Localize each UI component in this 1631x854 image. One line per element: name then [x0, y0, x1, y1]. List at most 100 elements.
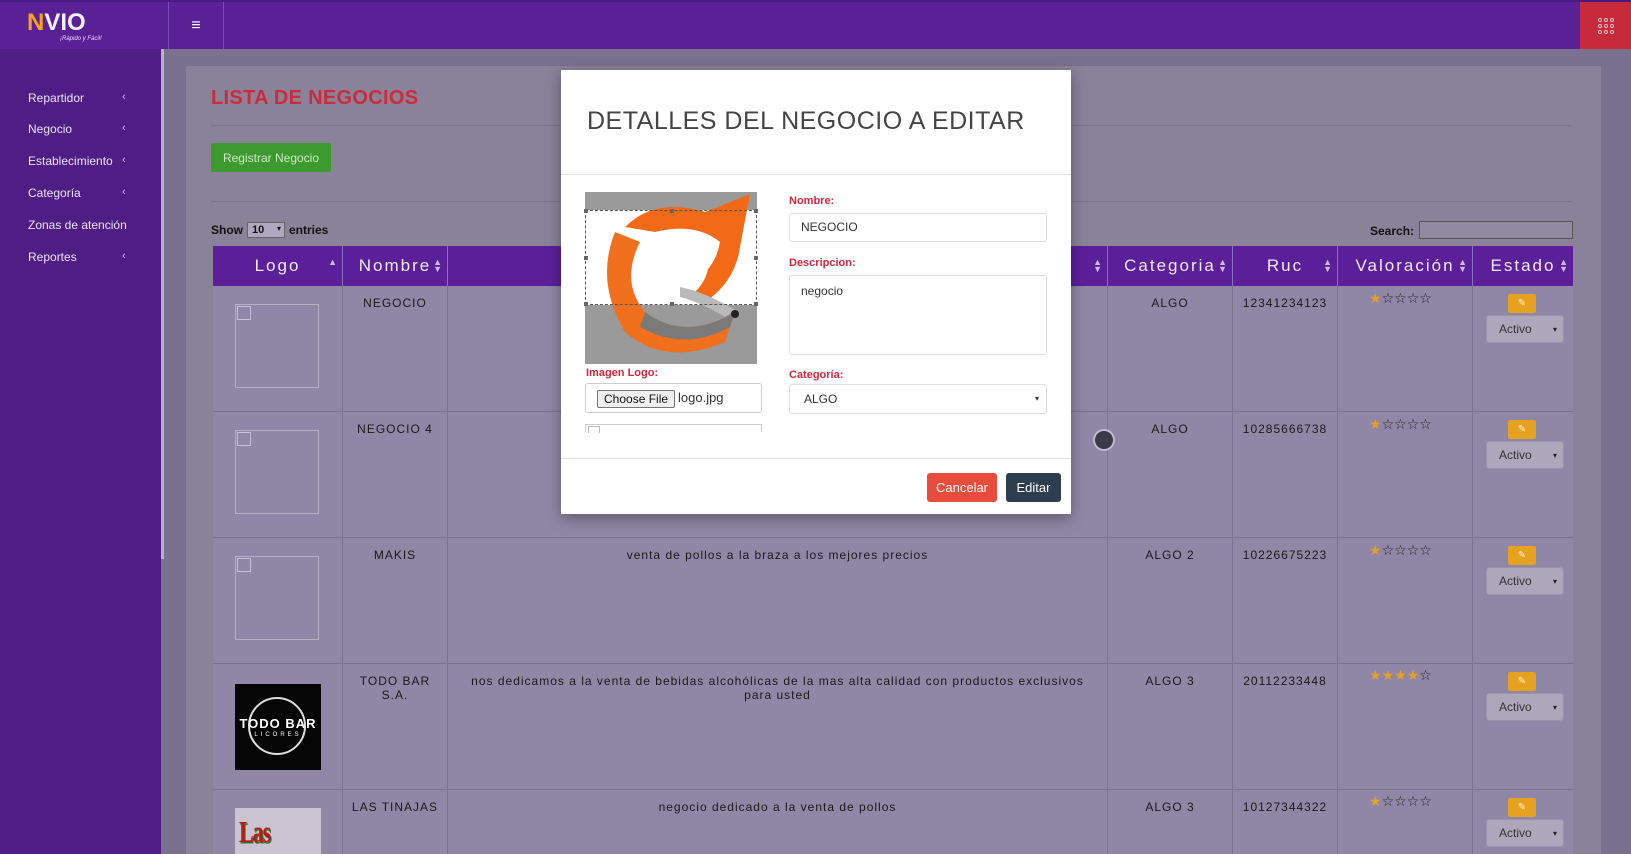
crop-selection-box[interactable]	[584, 209, 758, 306]
crop-handle[interactable]	[754, 209, 758, 213]
ruc-cell: 10226675223	[1233, 538, 1338, 663]
search-label: Search:	[1370, 224, 1415, 238]
star-empty-icon: ☆	[1381, 416, 1395, 432]
edit-icon: ✎	[1517, 802, 1527, 813]
column-header-nombre[interactable]: Nombre ▲ ▼	[343, 246, 448, 286]
rating-stars: ★☆☆☆☆	[1369, 416, 1432, 433]
estado-select[interactable]: Activo ▾	[1486, 315, 1564, 343]
chevron-down-icon: ▾	[1552, 828, 1557, 838]
nombre-input[interactable]: NEGOCIO	[789, 213, 1047, 242]
crop-handle[interactable]	[754, 256, 758, 260]
nombre-label: Nombre:	[789, 195, 835, 207]
column-header-ruc[interactable]: Ruc ▲ ▼	[1233, 246, 1338, 286]
estado-select[interactable]: Activo ▾	[1486, 693, 1564, 721]
sidebar	[0, 49, 161, 854]
ruc-cell: 12341234123	[1233, 286, 1338, 411]
chevron-down-icon: ▾	[1552, 702, 1557, 712]
categoria-cell: ALGO	[1108, 286, 1233, 411]
brand-logo[interactable]: NVIO ¡Rápido y Fácil!	[0, 2, 168, 49]
column-header-categoria[interactable]: Categoria ▲ ▼	[1108, 246, 1233, 286]
star-empty-icon: ☆	[1419, 416, 1432, 432]
broken-image-icon	[237, 306, 251, 320]
nombre-cell: MAKIS	[343, 538, 448, 663]
crop-handle[interactable]	[584, 209, 588, 213]
crop-handle[interactable]	[584, 302, 588, 306]
search-input[interactable]	[1419, 221, 1573, 239]
page-title: LISTA DE NEGOCIOS	[211, 87, 419, 109]
star-empty-icon: ☆	[1394, 793, 1407, 809]
broken-image-icon	[237, 558, 251, 572]
entries-label: entries	[289, 223, 329, 237]
edit-row-button[interactable]: ✎	[1508, 420, 1536, 439]
sidebar-item-categoria[interactable]: Categoría ‹	[28, 186, 128, 200]
edit-button[interactable]: Editar	[1006, 473, 1061, 502]
edit-row-button[interactable]: ✎	[1508, 294, 1536, 313]
estado-select[interactable]: Activo ▾	[1486, 441, 1564, 469]
column-header-estado[interactable]: Estado ▲ ▼	[1473, 246, 1573, 286]
logo-file-input[interactable]: Choose File logo.jpg	[585, 383, 762, 413]
cancel-button[interactable]: Cancelar	[927, 473, 997, 502]
edit-icon: ✎	[1517, 298, 1527, 309]
page-length-control: Show 10 ▾ entries	[211, 222, 328, 238]
descripcion-cell: nos dedicamos a la venta de bebidas alco…	[448, 664, 1108, 789]
brand-name: NVIO	[27, 9, 86, 36]
sidebar-item-reportes[interactable]: Reportes ‹	[28, 250, 128, 264]
entries-select[interactable]: 10 ▾	[247, 222, 285, 238]
broken-image-icon	[588, 426, 600, 433]
rating-stars: ★☆☆☆☆	[1369, 542, 1432, 559]
crop-handle[interactable]	[670, 209, 674, 213]
star-empty-icon: ☆	[1406, 793, 1420, 809]
estado-select[interactable]: Activo ▾	[1486, 567, 1564, 595]
edit-icon: ✎	[1517, 676, 1527, 687]
descripcion-textarea[interactable]: negocio	[789, 275, 1047, 355]
star-empty-icon: ☆	[1394, 542, 1407, 558]
sort-icon: ▲ ▼	[1093, 257, 1104, 274]
sort-icon: ▲ ▼	[1218, 257, 1229, 274]
logo-cell	[213, 286, 343, 411]
estado-select[interactable]: Activo ▾	[1486, 819, 1564, 847]
register-business-button[interactable]: Registrar Negocio	[211, 143, 331, 172]
sidebar-item-repartidor[interactable]: Repartidor ‹	[28, 91, 128, 105]
star-empty-icon: ☆	[1419, 542, 1432, 558]
column-header-logo[interactable]: Logo ▲	[213, 246, 343, 286]
column-header-valoracion[interactable]: Valoración ▲ ▼	[1338, 246, 1473, 286]
apps-grid-button[interactable]	[1580, 2, 1631, 49]
nombre-cell: TODO BAR S.A.	[343, 664, 448, 789]
star-empty-icon: ☆	[1394, 290, 1407, 306]
star-empty-icon: ☆	[1419, 290, 1432, 306]
divider	[223, 2, 224, 49]
nombre-cell: LAS TINAJAS	[343, 790, 448, 854]
sidebar-item-establecimiento[interactable]: Establecimiento ‹	[28, 154, 128, 168]
logo-cell	[213, 412, 343, 537]
categoria-select[interactable]: ALGO ▾	[789, 384, 1047, 414]
cursor-indicator	[1093, 429, 1115, 451]
edit-row-button[interactable]: ✎	[1508, 672, 1536, 691]
hamburger-menu-icon[interactable]: ≡	[169, 2, 223, 49]
star-empty-icon: ☆	[1406, 542, 1420, 558]
nombre-cell: NEGOCIO	[343, 286, 448, 411]
choose-file-button[interactable]: Choose File	[597, 390, 676, 408]
brand-tagline: ¡Rápido y Fácil!	[60, 36, 102, 42]
edit-icon: ✎	[1517, 550, 1527, 561]
crop-handle[interactable]	[670, 302, 674, 306]
sidebar-item-zonas[interactable]: Zonas de atención	[28, 218, 128, 232]
logo-preview	[585, 424, 762, 433]
categoria-label: Categoría:	[789, 369, 844, 381]
edit-row-button[interactable]: ✎	[1508, 798, 1536, 817]
edit-row-button[interactable]: ✎	[1508, 546, 1536, 565]
file-name: logo.jpg	[678, 390, 724, 405]
ruc-cell: 10127344322	[1233, 790, 1338, 854]
sidebar-item-negocio[interactable]: Negocio ‹	[28, 122, 128, 136]
star-filled-icon: ★	[1369, 416, 1382, 432]
categoria-cell: ALGO 2	[1108, 538, 1233, 663]
star-empty-icon: ☆	[1406, 290, 1420, 306]
crop-handle[interactable]	[584, 256, 588, 260]
crop-handle[interactable]	[754, 302, 758, 306]
sort-icon: ▲ ▼	[1559, 257, 1570, 274]
apps-grid-icon	[1597, 17, 1614, 34]
top-navbar: NVIO ¡Rápido y Fácil! ≡	[0, 0, 1631, 49]
chevron-left-icon: ‹	[122, 250, 126, 262]
todo-bar-logo: TODO BAR LICORES	[235, 684, 321, 770]
categoria-cell: ALGO 3	[1108, 790, 1233, 854]
descripcion-cell: venta de pollos a la braza a los mejores…	[448, 538, 1108, 663]
